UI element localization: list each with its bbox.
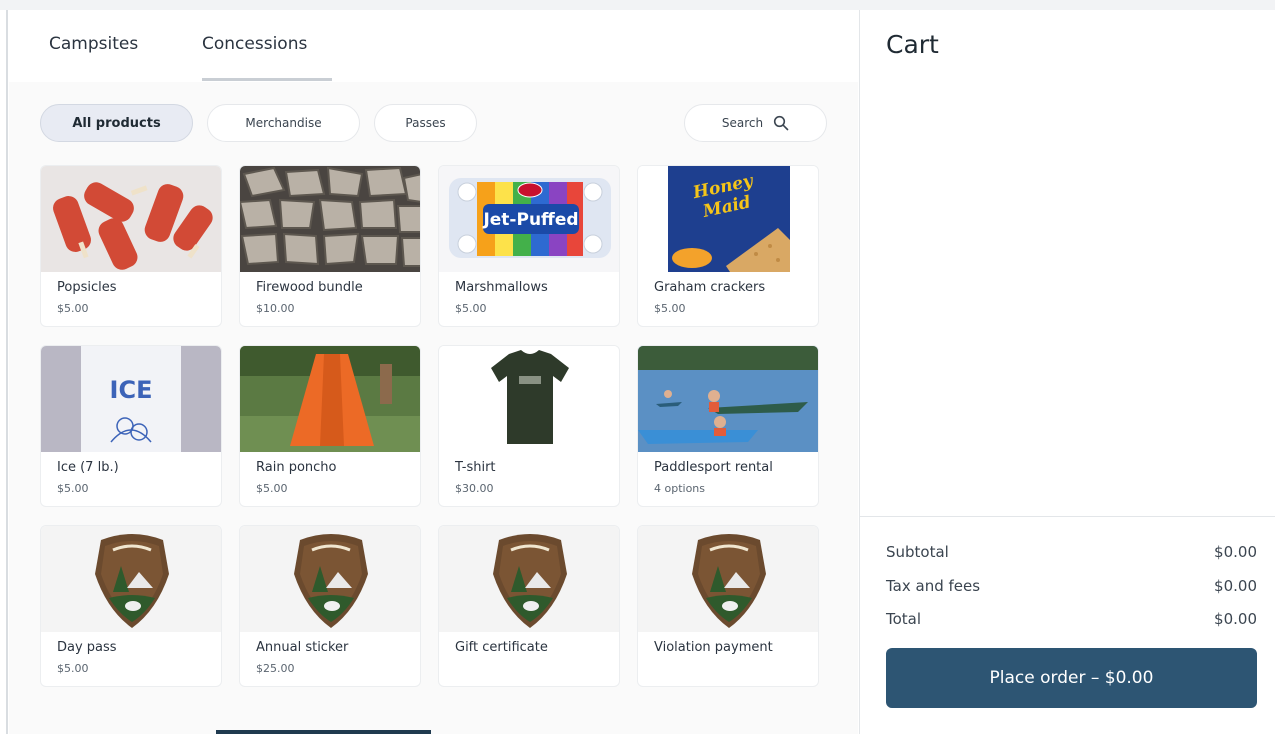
total-value: $0.00	[1214, 610, 1257, 628]
top-strip	[0, 0, 1275, 10]
filter-all-products[interactable]: All products	[40, 104, 193, 142]
product-name: Paddlesport rental	[654, 460, 773, 475]
product-name: T-shirt	[455, 460, 496, 475]
product-name: Ice (7 lb.)	[57, 460, 119, 475]
tax-label: Tax and fees	[886, 577, 981, 595]
products-panel: Campsites Concessions All products Merch…	[9, 10, 858, 734]
tab-campsites[interactable]: Campsites	[49, 34, 138, 54]
product-card-rain-poncho[interactable]: Rain poncho $5.00	[239, 345, 421, 507]
product-name: Popsicles	[57, 280, 117, 295]
total-label: Total	[886, 610, 922, 628]
product-card-graham-crackers[interactable]: Honey Maid Graham crackers $5.00	[637, 165, 819, 327]
product-name: Graham crackers	[654, 280, 766, 295]
summary-divider	[860, 516, 1275, 517]
tab-concessions[interactable]: Concessions	[202, 34, 307, 54]
subtotal-value: $0.00	[1214, 543, 1257, 561]
product-name: Marshmallows	[455, 280, 548, 295]
ice-image: ICE	[41, 346, 221, 452]
product-name: Firewood bundle	[256, 280, 363, 295]
product-price: $5.00	[57, 662, 89, 675]
product-price: $30.00	[455, 482, 494, 495]
subtotal-label: Subtotal	[886, 543, 949, 561]
search-button[interactable]: Search	[684, 104, 827, 142]
popsicles-image	[41, 166, 221, 272]
filter-passes[interactable]: Passes	[374, 104, 477, 142]
product-card-firewood[interactable]: Firewood bundle $10.00	[239, 165, 421, 327]
ice-bag-label: ICE	[110, 376, 153, 404]
cart-title: Cart	[886, 30, 939, 59]
product-name: Rain poncho	[256, 460, 337, 475]
product-price: $5.00	[455, 302, 487, 315]
product-price: $5.00	[256, 482, 288, 495]
product-card-day-pass[interactable]: Day pass $5.00	[40, 525, 222, 687]
nps-arrowhead-image	[439, 526, 619, 632]
product-price: 4 options	[654, 482, 706, 495]
product-card-marshmallows[interactable]: Jet-Puffed Marshmallows $5.00	[438, 165, 620, 327]
product-name: Day pass	[57, 640, 117, 655]
product-card-annual-sticker[interactable]: Annual sticker $25.00	[239, 525, 421, 687]
nps-arrowhead-image	[240, 526, 420, 632]
product-price: $5.00	[57, 302, 89, 315]
product-price: $10.00	[256, 302, 295, 315]
product-name: Annual sticker	[256, 640, 349, 655]
product-name: Gift certificate	[455, 640, 548, 655]
product-card-ice[interactable]: ICE Ice (7 lb.) $5.00	[40, 345, 222, 507]
filter-bar: All products Merchandise Passes Search	[9, 82, 858, 164]
marshmallows-image: Jet-Puffed	[439, 166, 619, 272]
tax-value: $0.00	[1214, 577, 1257, 595]
tab-bar: Campsites Concessions	[9, 10, 858, 82]
tshirt-image	[439, 346, 619, 452]
search-icon	[774, 115, 789, 131]
search-label: Search	[721, 116, 764, 130]
rain-poncho-image	[240, 346, 420, 452]
product-price: $5.00	[57, 482, 89, 495]
nps-arrowhead-image	[638, 526, 818, 632]
product-card-gift-certificate[interactable]: Gift certificate	[438, 525, 620, 687]
jet-puffed-brand: Jet-Puffed	[482, 210, 578, 230]
product-name: Violation payment	[654, 640, 773, 655]
active-tab-indicator	[202, 78, 332, 81]
graham-crackers-image: Honey Maid	[638, 166, 818, 272]
left-divider	[6, 10, 8, 734]
product-card-tshirt[interactable]: T-shirt $30.00	[438, 345, 620, 507]
product-price: $25.00	[256, 662, 295, 675]
product-card-violation-payment[interactable]: Violation payment	[637, 525, 819, 687]
firewood-image	[240, 166, 420, 272]
paddlesport-image	[638, 346, 818, 452]
filter-merchandise[interactable]: Merchandise	[207, 104, 360, 142]
product-card-paddlesport[interactable]: Paddlesport rental 4 options	[637, 345, 819, 507]
bottom-scroll-indicator	[216, 730, 431, 734]
place-order-button[interactable]: Place order – $0.00	[886, 648, 1257, 708]
nps-arrowhead-image	[41, 526, 221, 632]
cart-panel: Cart Subtotal $0.00 Tax and fees $0.00 T…	[859, 10, 1275, 734]
product-price: $5.00	[654, 302, 686, 315]
product-card-popsicles[interactable]: Popsicles $5.00	[40, 165, 222, 327]
